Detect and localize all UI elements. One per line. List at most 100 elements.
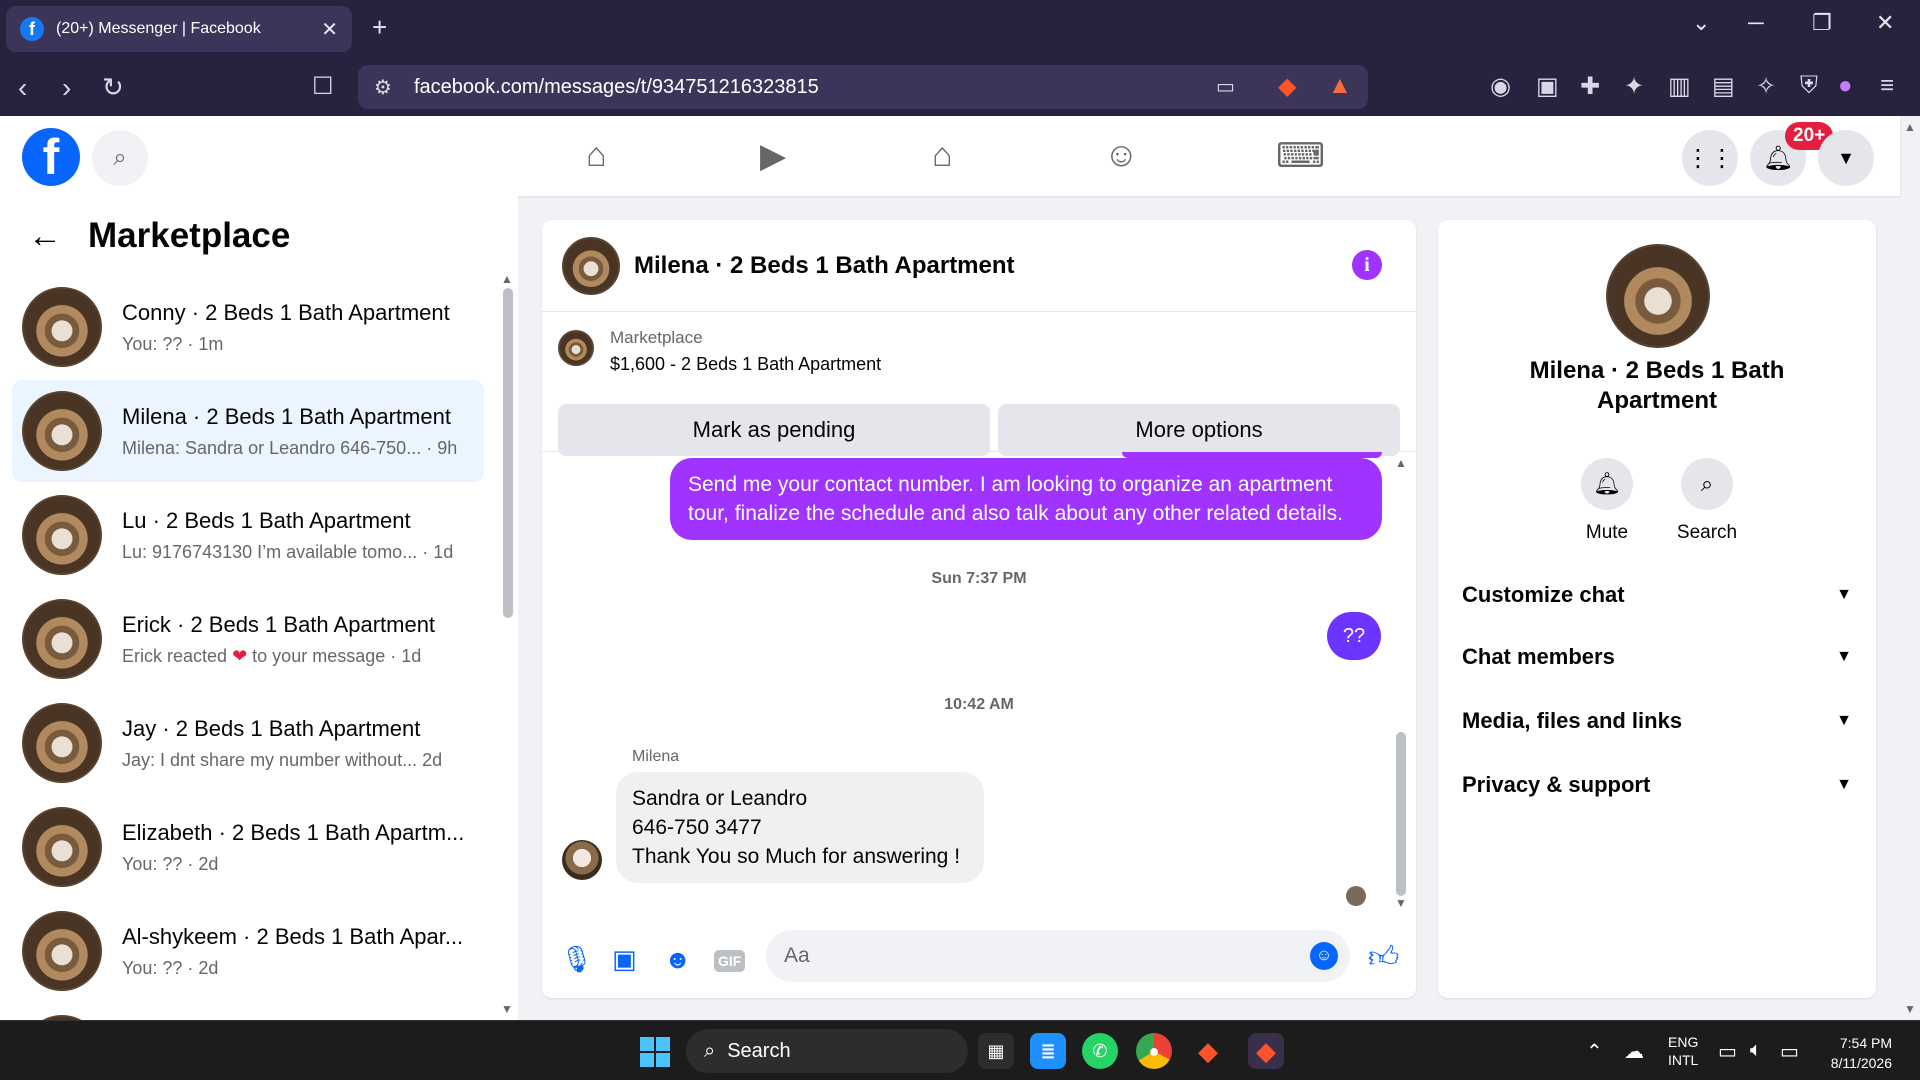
mute-button[interactable]: 🔔︎ Mute — [1562, 458, 1652, 544]
profile-icon[interactable]: ● — [1838, 72, 1853, 100]
site-settings-icon[interactable]: ⚙ — [374, 75, 392, 100]
more-options-button[interactable]: More options — [998, 404, 1400, 456]
sidebar-toggle-icon[interactable]: ▥ — [1668, 72, 1691, 101]
gif-icon[interactable]: GIF — [714, 950, 746, 972]
chat-scroll-up-icon[interactable]: ▲ — [1395, 456, 1407, 470]
cast-icon[interactable]: ▭ — [1216, 74, 1235, 99]
task-view-icon[interactable]: ▦ — [978, 1033, 1014, 1069]
tray-chevron-up-icon[interactable]: ⌃ — [1586, 1039, 1603, 1064]
restore-icon[interactable]: ❐ — [1812, 10, 1832, 36]
profile-avatar[interactable] — [1606, 244, 1710, 348]
taskbar-search[interactable]: ⌕ Search — [686, 1029, 968, 1073]
conversation-item-active[interactable]: Milena · 2 Beds 1 Bath Apartment Milena:… — [12, 380, 484, 482]
sticker-icon[interactable]: ☻ — [664, 944, 691, 975]
input-language[interactable]: ENG INTL — [1668, 1033, 1698, 1069]
message-input[interactable]: Aa ☺ — [766, 930, 1350, 982]
conversation-name: Al-shykeem · 2 Beds 1 Bath Apar... — [122, 923, 464, 949]
marketplace-conversation-list: ← Marketplace Conny · 2 Beds 1 Bath Apar… — [0, 196, 518, 1020]
outgoing-message-short[interactable]: ?? — [1327, 612, 1381, 660]
back-arrow-icon[interactable]: ← — [28, 217, 62, 256]
chat-scrollbar[interactable] — [1396, 732, 1406, 896]
listing-title[interactable]: $1,600 - 2 Beds 1 Bath Apartment — [610, 354, 881, 375]
chat-title[interactable]: Milena · 2 Beds 1 Bath Apartment — [634, 252, 1015, 280]
close-tab-icon[interactable]: ✕ — [321, 17, 338, 42]
scroll-down-arrow-icon[interactable]: ▼ — [501, 1002, 513, 1016]
section-label: Chat members — [1462, 644, 1615, 669]
taskbar-clock[interactable]: 7:54 PM 8/11/2026 — [1822, 1033, 1892, 1073]
home-icon[interactable]: ⌂ — [586, 136, 607, 175]
whatsapp-icon[interactable]: ✆ — [1082, 1033, 1118, 1069]
brave-rewards-icon[interactable]: ▲ — [1328, 72, 1352, 100]
marketplace-listing-card: Marketplace $1,600 - 2 Beds 1 Bath Apart… — [542, 312, 1416, 456]
avatar — [22, 599, 102, 679]
search-label: Search — [1676, 522, 1738, 543]
conversation-item-partial[interactable] — [12, 1004, 484, 1020]
avatar[interactable] — [562, 236, 620, 295]
conversation-item[interactable]: Elizabeth · 2 Beds 1 Bath Apartm... You:… — [12, 796, 484, 898]
account-chevron-icon[interactable]: ▼ — [1818, 130, 1874, 186]
outgoing-message[interactable]: Send me your contact number. I am lookin… — [670, 458, 1382, 540]
vpn-shield-icon[interactable]: ⛨ — [1800, 72, 1818, 100]
conversation-name: Conny · 2 Beds 1 Bath Apartment — [122, 299, 450, 325]
facebook-logo[interactable]: f — [22, 128, 80, 186]
record-icon[interactable]: ◉ — [1490, 72, 1511, 101]
network-icon[interactable]: ▭ — [1718, 1039, 1737, 1064]
search-in-conversation-button[interactable]: ⌕ Search — [1662, 458, 1752, 544]
marketplace-icon[interactable]: ⌂ — [932, 136, 953, 175]
crypto-wallet-icon[interactable]: ▤ — [1712, 72, 1735, 101]
ai-sparkle-icon[interactable]: ✧ — [1756, 72, 1776, 101]
menu-icon[interactable]: ≡ — [1880, 72, 1894, 100]
reload-icon[interactable]: ↻ — [102, 72, 124, 103]
mark-as-pending-button[interactable]: Mark as pending — [558, 404, 990, 456]
video-icon[interactable]: ▶ — [760, 136, 786, 176]
brave-active-icon[interactable]: ◆ — [1248, 1033, 1284, 1069]
privacy-support-section[interactable]: Privacy & support ▼ — [1462, 772, 1852, 798]
wallet-icon[interactable]: ▣ — [1536, 72, 1559, 101]
scroll-up-arrow-icon[interactable]: ▲ — [501, 272, 513, 286]
tab-list-chevron-icon[interactable]: ⌄ — [1692, 10, 1710, 36]
chat-members-section[interactable]: Chat members ▼ — [1462, 644, 1852, 670]
volume-icon[interactable]: 🔈︎ — [1750, 1039, 1762, 1062]
forward-icon[interactable]: › — [62, 72, 71, 104]
bell-icon: 🔔︎ — [1581, 458, 1633, 510]
brave-shields-icon[interactable]: ◆ — [1278, 72, 1296, 101]
customize-chat-section[interactable]: Customize chat ▼ — [1462, 582, 1852, 608]
brave-icon[interactable]: ◆ — [1190, 1033, 1226, 1069]
new-tab-button[interactable]: + — [372, 12, 387, 43]
conversation-item[interactable]: Jay · 2 Beds 1 Bath Apartment Jay: I dnt… — [12, 692, 484, 794]
windows-start-icon[interactable] — [640, 1037, 670, 1067]
cloud-icon[interactable]: ☁ — [1624, 1039, 1644, 1064]
groups-icon[interactable]: ☺ — [1104, 136, 1139, 175]
conversation-item[interactable]: Conny · 2 Beds 1 Bath Apartment You: ?? … — [12, 276, 484, 378]
notepad-icon[interactable]: ≣ — [1030, 1033, 1066, 1069]
photo-icon[interactable]: ▣ — [612, 944, 637, 975]
info-icon[interactable]: i — [1352, 250, 1382, 280]
battery-icon[interactable]: ▭ — [1780, 1039, 1799, 1064]
incoming-message[interactable]: Sandra or Leandro 646-750 3477 Thank You… — [616, 772, 984, 883]
gaming-icon[interactable]: ⌨ — [1276, 136, 1325, 176]
extensions-icon[interactable]: ✚ — [1580, 72, 1600, 101]
listing-thumbnail[interactable] — [558, 330, 594, 366]
close-window-icon[interactable]: ✕ — [1876, 10, 1894, 36]
menu-grid-icon[interactable]: ⋮⋮ — [1682, 130, 1738, 186]
browser-tab-messenger[interactable]: f (20+) Messenger | Facebook ✕ — [6, 6, 352, 52]
bookmark-icon[interactable]: ☐ — [312, 72, 334, 101]
sidebar-scrollbar[interactable] — [503, 288, 513, 618]
page-scroll-down-icon[interactable]: ▼ — [1904, 1002, 1916, 1016]
chrome-icon[interactable]: ● — [1136, 1033, 1172, 1069]
emoji-icon[interactable]: ☺ — [1310, 942, 1338, 970]
chat-scroll-down-icon[interactable]: ▼ — [1395, 896, 1407, 910]
page-scroll-up-icon[interactable]: ▲ — [1904, 120, 1916, 134]
sender-avatar[interactable] — [562, 840, 602, 880]
conversation-item[interactable]: Erick · 2 Beds 1 Bath Apartment Erick re… — [12, 588, 484, 690]
media-files-links-section[interactable]: Media, files and links ▼ — [1462, 708, 1852, 734]
search-icon[interactable]: ⌕ — [92, 130, 148, 186]
minimize-icon[interactable]: ─ — [1748, 10, 1764, 36]
back-icon[interactable]: ‹ — [18, 72, 27, 104]
browser-tab-bar: f (20+) Messenger | Facebook ✕ + ⌄ ─ ❐ ✕ — [0, 0, 1920, 58]
conversation-item[interactable]: Al-shykeem · 2 Beds 1 Bath Apar... You: … — [12, 900, 484, 1002]
conversation-item[interactable]: Lu · 2 Beds 1 Bath Apartment Lu: 9176743… — [12, 484, 484, 586]
microphone-icon[interactable]: 🎙︎ — [560, 944, 593, 975]
thumbs-up-icon[interactable]: 👍︎ — [1368, 940, 1399, 976]
leo-icon[interactable]: ✦ — [1624, 72, 1644, 101]
